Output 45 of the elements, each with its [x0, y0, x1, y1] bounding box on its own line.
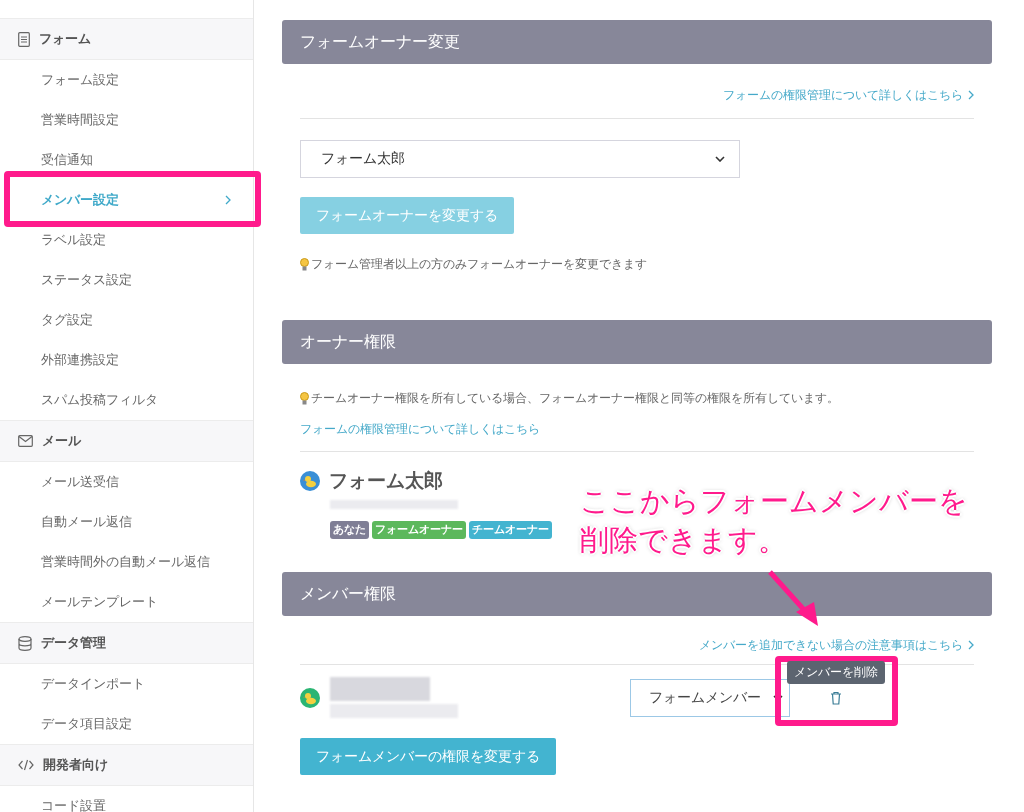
role-dropdown[interactable]: フォームメンバー: [630, 678, 790, 717]
sidebar-item[interactable]: 外部連携設定: [0, 340, 253, 380]
sidebar-item[interactable]: スパム投稿フィルタ: [0, 380, 253, 420]
note-text: フォーム管理者以上の方のみフォームオーナーを変更できます: [311, 256, 647, 273]
lightbulb-icon: [300, 258, 309, 271]
sidebar-item[interactable]: 営業時間設定: [0, 100, 253, 140]
chevron-right-icon: [968, 640, 974, 650]
duck-avatar-icon: [300, 687, 320, 708]
sidebar-item[interactable]: コード設置: [0, 786, 253, 812]
code-icon: [18, 759, 34, 771]
sidebar-item[interactable]: ラベル設定: [0, 220, 253, 260]
section-title: データ管理: [41, 634, 106, 652]
chevron-right-icon: [225, 195, 231, 205]
sidebar-item[interactable]: データインポート: [0, 664, 253, 704]
sidebar-item[interactable]: 自動メール返信: [0, 502, 253, 542]
owner-dropdown[interactable]: フォーム太郎: [300, 140, 740, 178]
owner-name: フォーム太郎: [329, 468, 443, 493]
sidebar-item[interactable]: フォーム設定: [0, 60, 253, 100]
sidebar-item[interactable]: データ項目設定: [0, 704, 253, 744]
section-header: メンバー権限: [282, 572, 992, 616]
lightbulb-icon: [300, 392, 309, 405]
role-badge: チームオーナー: [469, 521, 552, 539]
document-icon: [18, 31, 30, 47]
trash-icon[interactable]: [830, 690, 842, 705]
database-icon: [18, 635, 32, 651]
mail-icon: [18, 435, 33, 447]
chevron-right-icon: [968, 90, 974, 100]
role-badge: あなた: [330, 521, 369, 539]
section-title: 開発者向け: [43, 756, 108, 774]
note-text: チームオーナー権限を所有している場合、フォームオーナー権限と同等の権限を所有しています。: [311, 390, 839, 407]
sidebar-item[interactable]: 受信通知: [0, 140, 253, 180]
sidebar-item[interactable]: メールテンプレート: [0, 582, 253, 622]
section-title: メール: [42, 432, 81, 450]
duck-avatar-icon: [300, 471, 320, 491]
sidebar-item[interactable]: 営業時間外の自動メール返信: [0, 542, 253, 582]
sidebar-item[interactable]: タグ設定: [0, 300, 253, 340]
section-header: オーナー権限: [282, 320, 992, 364]
sidebar-item[interactable]: ステータス設定: [0, 260, 253, 300]
tooltip: メンバーを削除: [787, 661, 885, 684]
annotation-text: ここからフォームメンバーを削除できます。: [580, 483, 969, 559]
annotation-arrow: [768, 570, 818, 626]
sidebar-item[interactable]: メール送受信: [0, 462, 253, 502]
role-badge: フォームオーナー: [372, 521, 466, 539]
section-header: フォームオーナー変更: [282, 20, 992, 64]
section-title: フォーム: [39, 30, 91, 48]
